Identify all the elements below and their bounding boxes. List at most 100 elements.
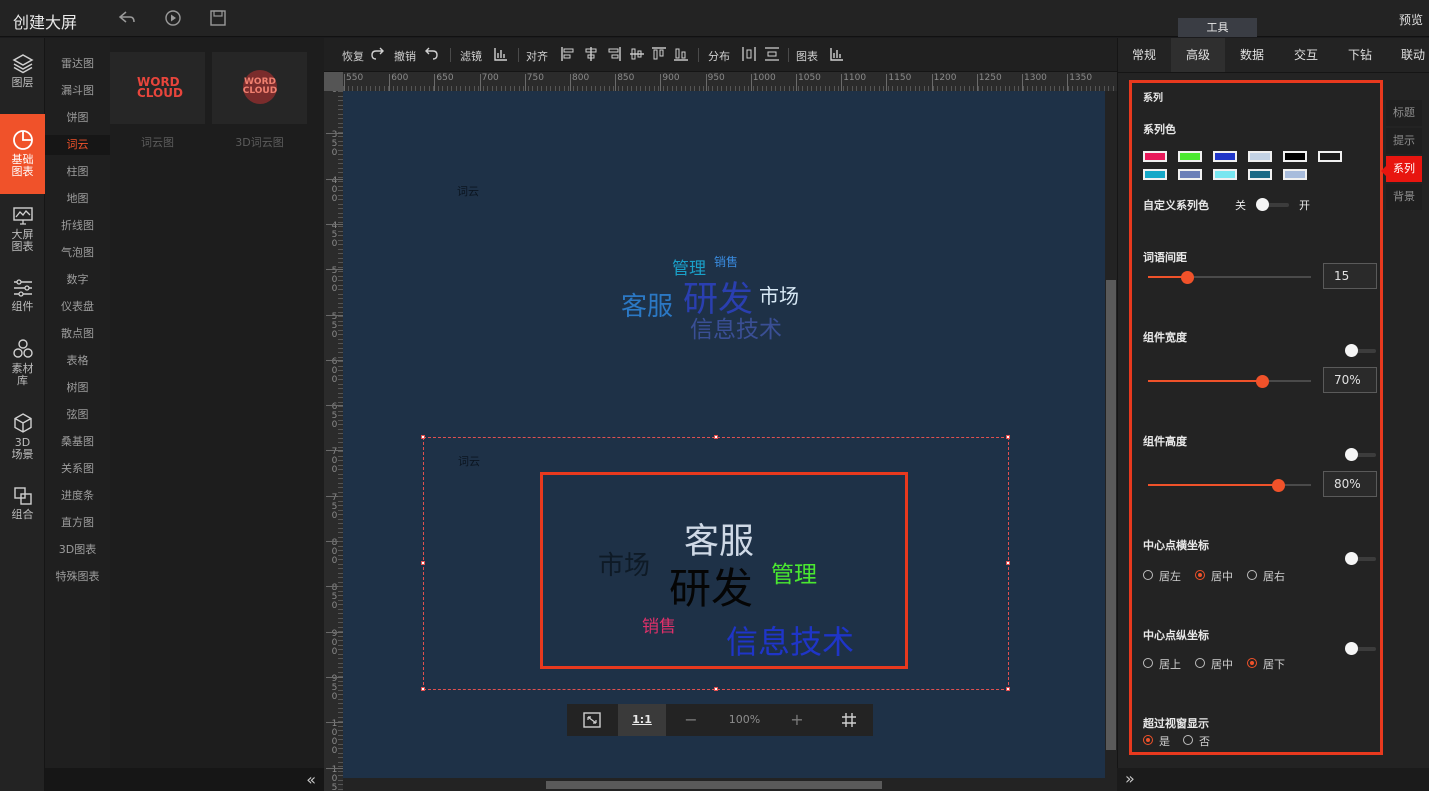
distribute-v-icon[interactable]	[764, 46, 780, 62]
resize-handle[interactable]	[421, 561, 425, 565]
zoom-in-button[interactable]: +	[783, 704, 811, 736]
undo-button[interactable]: 撤销	[394, 48, 416, 64]
radio-button[interactable]	[1183, 735, 1193, 745]
distribute-h-icon[interactable]	[741, 46, 757, 62]
color-swatch[interactable]	[1213, 151, 1237, 162]
category-item[interactable]: 关系图	[45, 459, 110, 479]
radio-button[interactable]	[1247, 658, 1257, 668]
radio-button[interactable]	[1195, 658, 1205, 668]
word-gap-input[interactable]: 15	[1323, 263, 1377, 289]
align-button[interactable]: 对齐	[526, 48, 548, 64]
color-swatch[interactable]	[1283, 169, 1307, 180]
category-item[interactable]: 折线图	[45, 216, 110, 236]
vertical-scroll-thumb[interactable]	[1106, 280, 1116, 750]
color-swatch[interactable]	[1213, 169, 1237, 180]
rail-materials[interactable]: 素材 库	[0, 338, 45, 394]
distribute-button[interactable]: 分布	[708, 48, 730, 64]
tab-0[interactable]: 常规	[1117, 38, 1171, 72]
resize-handle[interactable]	[1006, 561, 1010, 565]
resize-handle[interactable]	[714, 687, 718, 691]
radio-button[interactable]	[1143, 570, 1153, 580]
align-middle-icon[interactable]	[629, 46, 645, 62]
zoom-out-button[interactable]: −	[677, 704, 705, 736]
category-item[interactable]: 表格	[45, 351, 110, 371]
chart-icon[interactable]	[829, 46, 845, 62]
grid-toggle-button[interactable]	[824, 704, 873, 736]
category-item[interactable]: 漏斗图	[45, 81, 110, 101]
color-swatch[interactable]	[1283, 151, 1307, 162]
filter-button[interactable]: 滤镜	[460, 48, 482, 64]
color-swatch[interactable]	[1178, 151, 1202, 162]
category-item[interactable]: 弦图	[45, 405, 110, 425]
category-item[interactable]: 散点图	[45, 324, 110, 344]
side-tab[interactable]: 背景	[1386, 184, 1422, 210]
rail-3d-scene[interactable]: 3D 场景	[0, 412, 45, 468]
align-center-h-icon[interactable]	[583, 46, 599, 62]
radio-button[interactable]	[1143, 658, 1153, 668]
color-swatch[interactable]	[1248, 169, 1272, 180]
preview-button[interactable]: 预览	[1399, 11, 1423, 28]
resize-handle[interactable]	[421, 435, 425, 439]
radio-button[interactable]	[1143, 735, 1153, 745]
radio-button[interactable]	[1247, 570, 1257, 580]
undo-icon[interactable]	[423, 46, 439, 62]
category-item[interactable]: 特殊图表	[45, 567, 110, 587]
resize-handle[interactable]	[421, 687, 425, 691]
category-item[interactable]: 3D图表	[45, 540, 110, 560]
redo-button[interactable]: 恢复	[342, 48, 364, 64]
wordcloud-3d-thumb[interactable]: WORD CLOUD	[212, 52, 307, 124]
width-input[interactable]: 70%	[1323, 367, 1377, 393]
color-swatch[interactable]	[1143, 151, 1167, 162]
align-bottom-icon[interactable]	[673, 46, 689, 62]
back-icon[interactable]	[118, 9, 136, 27]
rail-basic-charts[interactable]: 基础 图表	[0, 114, 45, 194]
side-tab[interactable]: 标题	[1386, 100, 1422, 126]
category-item[interactable]: 词云	[45, 135, 110, 155]
toggle-knob[interactable]	[1256, 198, 1269, 211]
category-item[interactable]: 树图	[45, 378, 110, 398]
horizontal-scroll-thumb[interactable]	[546, 781, 882, 789]
category-item[interactable]: 直方图	[45, 513, 110, 533]
rail-combine[interactable]: 组合	[0, 486, 45, 526]
resize-handle[interactable]	[1006, 687, 1010, 691]
category-item[interactable]: 进度条	[45, 486, 110, 506]
rail-screen-charts[interactable]: 大屏 图表	[0, 206, 45, 254]
fit-screen-button[interactable]	[567, 704, 617, 736]
align-right-icon[interactable]	[606, 46, 622, 62]
category-item[interactable]: 饼图	[45, 108, 110, 128]
one-to-one-button[interactable]: 1:1	[618, 704, 666, 736]
filter-chart-icon[interactable]	[493, 46, 509, 62]
color-swatch[interactable]	[1318, 151, 1342, 162]
collapse-right-icon[interactable]: »	[1125, 769, 1135, 788]
rail-layers[interactable]: 图层	[0, 52, 45, 100]
resize-handle[interactable]	[1006, 435, 1010, 439]
chart-button[interactable]: 图表	[796, 48, 818, 64]
color-swatch[interactable]	[1248, 151, 1272, 162]
color-swatch[interactable]	[1143, 169, 1167, 180]
side-tab[interactable]: 提示	[1386, 128, 1422, 154]
align-top-icon[interactable]	[651, 46, 667, 62]
tools-tab[interactable]: 工具	[1178, 18, 1257, 37]
play-icon[interactable]	[164, 9, 182, 27]
toggle-knob[interactable]	[1345, 642, 1358, 655]
toggle-knob[interactable]	[1345, 344, 1358, 357]
category-item[interactable]: 地图	[45, 189, 110, 209]
radio-button[interactable]	[1195, 570, 1205, 580]
category-item[interactable]: 气泡图	[45, 243, 110, 263]
wordcloud-thumb[interactable]: WORD CLOUD	[110, 52, 205, 124]
tab-4[interactable]: 下钻	[1333, 38, 1387, 72]
category-item[interactable]: 雷达图	[45, 54, 110, 74]
tab-1[interactable]: 高级	[1171, 38, 1225, 72]
color-swatch[interactable]	[1178, 169, 1202, 180]
category-item[interactable]: 柱图	[45, 162, 110, 182]
tab-3[interactable]: 交互	[1279, 38, 1333, 72]
rail-components[interactable]: 组件	[0, 278, 45, 318]
tab-2[interactable]: 数据	[1225, 38, 1279, 72]
side-tab[interactable]: 系列	[1386, 156, 1422, 182]
collapse-left-icon[interactable]: «	[306, 770, 316, 789]
resize-handle[interactable]	[714, 435, 718, 439]
redo-icon[interactable]	[370, 46, 386, 62]
height-input[interactable]: 80%	[1323, 471, 1377, 497]
slider-knob[interactable]	[1256, 375, 1270, 388]
category-item[interactable]: 仪表盘	[45, 297, 110, 317]
